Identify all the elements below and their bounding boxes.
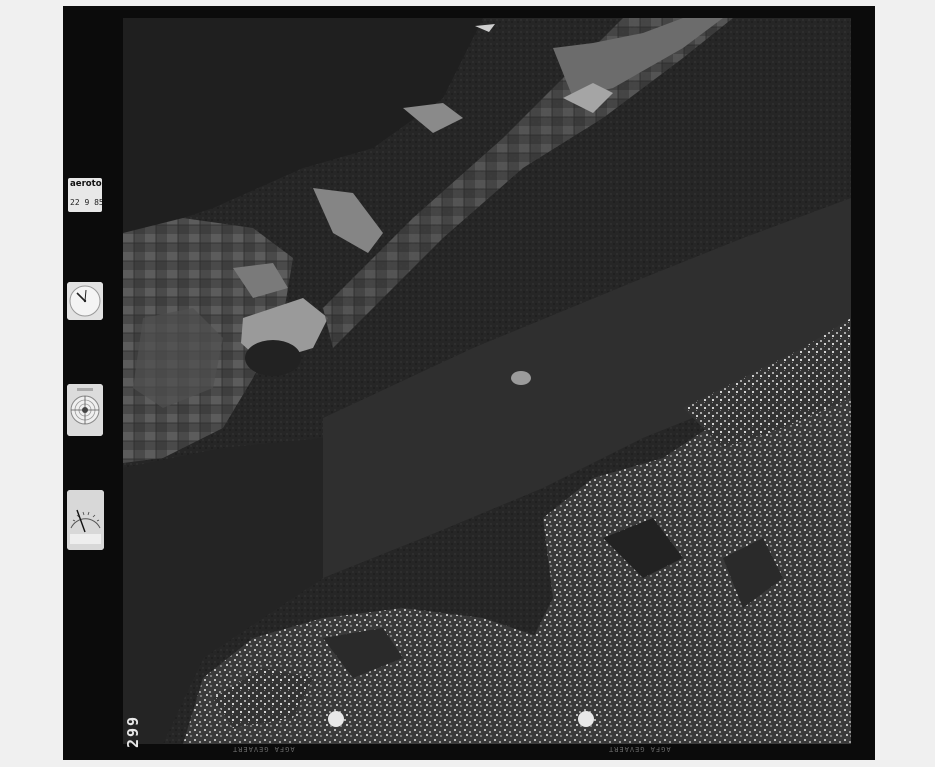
altimeter-icon	[67, 490, 104, 550]
frame-number: 299	[124, 714, 142, 748]
data-strip	[63, 6, 123, 760]
aerotop-logo-plate: aerotop 22 9 85	[68, 178, 102, 212]
aerial-landscape	[123, 18, 851, 744]
logo-text: aerotop	[70, 179, 102, 189]
edge-annotation: AGFA GEVAERT	[232, 745, 295, 753]
aerial-photo	[123, 18, 851, 744]
scanned-aerial-photo: aerotop 22 9 85	[0, 0, 935, 767]
clock-icon	[67, 282, 103, 320]
level-bubble-icon	[67, 384, 103, 436]
logo-date: 22 9 85	[70, 198, 102, 207]
edge-annotation: AGFA GEVAERT	[608, 745, 671, 753]
